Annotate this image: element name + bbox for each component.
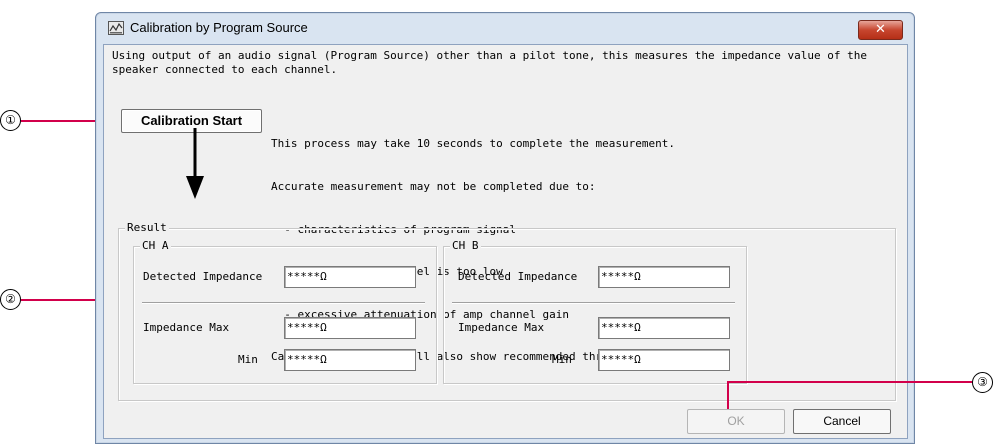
app-icon — [108, 21, 124, 35]
flow-arrow — [186, 128, 204, 199]
ok-button[interactable]: OK — [687, 409, 785, 434]
callout-1: ① — [0, 110, 21, 131]
impedance-min-label: Min — [552, 353, 572, 366]
callout-3-drop — [727, 381, 729, 409]
dialog-body: Using output of an audio signal (Program… — [103, 44, 908, 439]
result-group-label: Result — [125, 221, 169, 234]
callout-2: ② — [0, 289, 21, 310]
channel-b-separator — [452, 302, 735, 303]
detected-impedance-label: Detected Impedance — [458, 270, 578, 283]
detected-impedance-field: *****Ω — [284, 266, 416, 288]
close-button[interactable]: ✕ — [858, 20, 903, 40]
dialog-window: Calibration by Program Source ✕ Using ou… — [95, 12, 915, 444]
impedance-max-value: *****Ω — [287, 321, 327, 334]
channel-b-label: CH B — [450, 239, 481, 252]
detected-impedance-value: *****Ω — [601, 270, 641, 283]
description-line-1: Using output of an audio signal (Program… — [112, 49, 867, 62]
note-line: Accurate measurement may not be complete… — [271, 180, 596, 194]
impedance-max-value: *****Ω — [601, 321, 641, 334]
channel-b-group: CH B Detected Impedance *****Ω Impedance… — [443, 239, 747, 384]
impedance-min-field: *****Ω — [598, 349, 730, 371]
cancel-button[interactable]: Cancel — [793, 409, 891, 434]
impedance-min-field: *****Ω — [284, 349, 416, 371]
impedance-min-label: Min — [238, 353, 258, 366]
impedance-max-label: Impedance Max — [143, 321, 230, 334]
channel-a-label: CH A — [140, 239, 171, 252]
callout-3: ③ — [972, 372, 993, 393]
result-group: Result CH A Detected Impedance *****Ω Im… — [118, 221, 896, 401]
description-line-2: speaker connected to each channel. — [112, 63, 338, 76]
detected-impedance-field: *****Ω — [598, 266, 730, 288]
note-line: This process may take 10 seconds to comp… — [271, 137, 675, 151]
channel-a-group: CH A Detected Impedance *****Ω Impedance… — [133, 239, 437, 384]
impedance-max-label: Impedance Max — [458, 321, 545, 334]
window-title: Calibration by Program Source — [130, 20, 308, 35]
detected-impedance-value: *****Ω — [287, 270, 327, 283]
callout-3-line — [727, 381, 972, 383]
channel-a-separator — [142, 302, 425, 303]
impedance-max-field: *****Ω — [284, 317, 416, 339]
description-text: Using output of an audio signal (Program… — [112, 49, 892, 77]
impedance-min-value: *****Ω — [601, 353, 641, 366]
detected-impedance-label: Detected Impedance — [143, 270, 263, 283]
title-bar[interactable]: Calibration by Program Source ✕ — [96, 13, 914, 43]
impedance-min-value: *****Ω — [287, 353, 327, 366]
impedance-max-field: *****Ω — [598, 317, 730, 339]
